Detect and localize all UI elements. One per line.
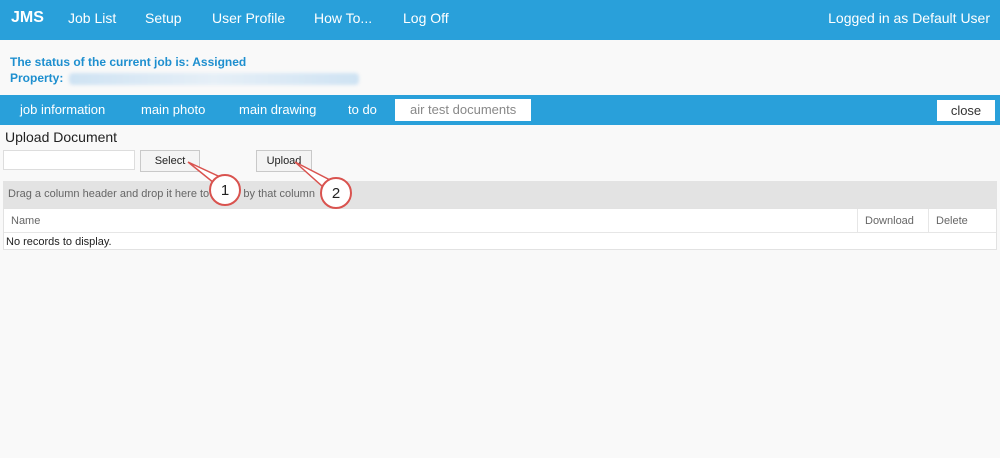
column-header-download[interactable]: Download xyxy=(857,209,928,233)
property-value-redacted xyxy=(69,72,360,85)
property-line: Property: xyxy=(10,70,360,86)
selected-file-field[interactable] xyxy=(3,150,135,170)
documents-grid: Name Download Delete No records to displ… xyxy=(3,208,997,250)
nav-how-to[interactable]: How To... xyxy=(314,10,372,26)
tab-to-do[interactable]: to do xyxy=(348,95,377,125)
job-tab-bar: job information main photo main drawing … xyxy=(0,95,1000,125)
property-label: Property: xyxy=(10,71,64,85)
empty-records-message: No records to display. xyxy=(6,236,112,248)
logged-in-status: Logged in as Default User xyxy=(828,10,990,26)
job-status-text: The status of the current job is: Assign… xyxy=(10,55,247,69)
column-header-name[interactable]: Name xyxy=(4,209,857,233)
nav-user-profile[interactable]: User Profile xyxy=(212,10,285,26)
upload-document-title: Upload Document xyxy=(5,129,118,145)
close-button[interactable]: close xyxy=(937,100,995,121)
nav-job-list[interactable]: Job List xyxy=(68,10,116,26)
tab-main-photo[interactable]: main photo xyxy=(141,95,205,125)
tab-air-test-documents[interactable]: air test documents xyxy=(395,99,532,121)
select-file-button[interactable]: Select xyxy=(140,150,200,172)
group-by-drop-zone[interactable]: Drag a column header and drop it here to… xyxy=(3,181,997,208)
column-header-delete[interactable]: Delete xyxy=(928,209,998,233)
nav-log-off[interactable]: Log Off xyxy=(403,10,449,26)
tab-job-information[interactable]: job information xyxy=(20,95,105,125)
nav-setup[interactable]: Setup xyxy=(145,10,182,26)
top-nav-bar: JMS Job List Setup User Profile How To..… xyxy=(0,0,1000,40)
app-brand[interactable]: JMS xyxy=(11,9,44,27)
upload-button[interactable]: Upload xyxy=(256,150,312,172)
job-status-panel: The status of the current job is: Assign… xyxy=(10,54,360,86)
tab-main-drawing[interactable]: main drawing xyxy=(239,95,316,125)
grid-header-row: Name Download Delete xyxy=(4,209,996,233)
